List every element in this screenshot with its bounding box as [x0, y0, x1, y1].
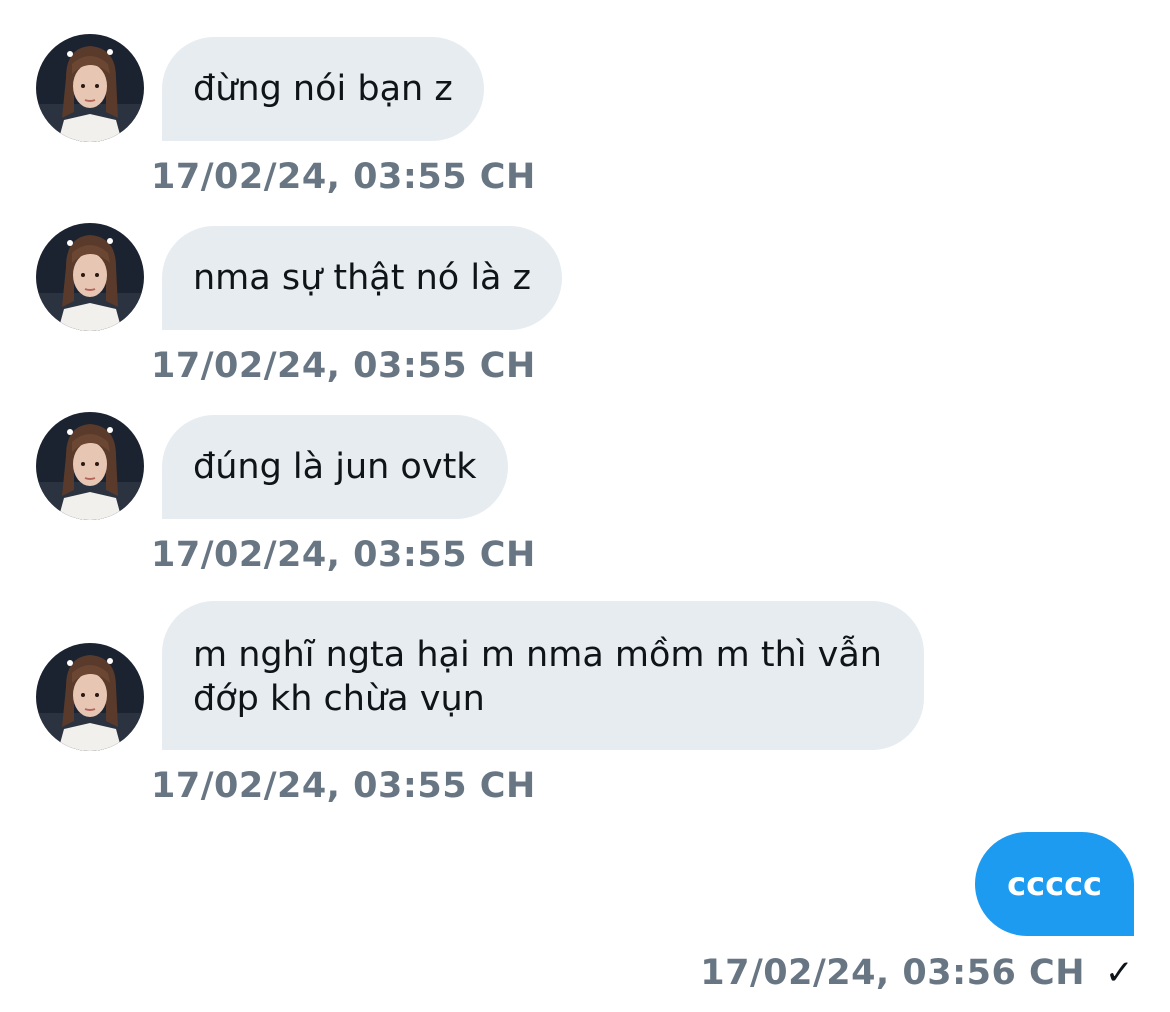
avatar[interactable]	[36, 643, 144, 751]
message-bubble-received[interactable]: m nghĩ ngta hại m nma mồm m thì vẫn đớp …	[162, 601, 924, 750]
message-timestamp: 17/02/24, 03:56 CH	[700, 953, 1085, 993]
message-text-line: m nghĩ ngta hại m nma mồm m thì vẫn	[193, 635, 882, 675]
message-bubble-received[interactable]: nma sự thật nó là z	[162, 226, 562, 330]
sent-message-meta: 17/02/24, 03:56 CH ✓	[700, 953, 1134, 993]
avatar[interactable]	[36, 223, 144, 331]
checkmark-icon: ✓	[1105, 953, 1134, 993]
message-text: ccccc	[1007, 865, 1102, 903]
message-timestamp: 17/02/24, 03:55 CH	[151, 346, 536, 386]
avatar[interactable]	[36, 34, 144, 142]
message-bubble-sent[interactable]: ccccc	[975, 832, 1134, 936]
message-text-line: đớp kh chừa vụn	[193, 679, 485, 719]
avatar[interactable]	[36, 412, 144, 520]
message-text: đúng là jun ovtk	[193, 447, 477, 487]
message-bubble-received[interactable]: đừng nói bạn z	[162, 37, 484, 141]
message-timestamp: 17/02/24, 03:55 CH	[151, 157, 536, 197]
message-text: đừng nói bạn z	[193, 69, 453, 109]
message-timestamp: 17/02/24, 03:55 CH	[151, 535, 536, 575]
message-timestamp: 17/02/24, 03:55 CH	[151, 766, 536, 806]
message-bubble-received[interactable]: đúng là jun ovtk	[162, 415, 508, 519]
message-text: nma sự thật nó là z	[193, 258, 531, 298]
